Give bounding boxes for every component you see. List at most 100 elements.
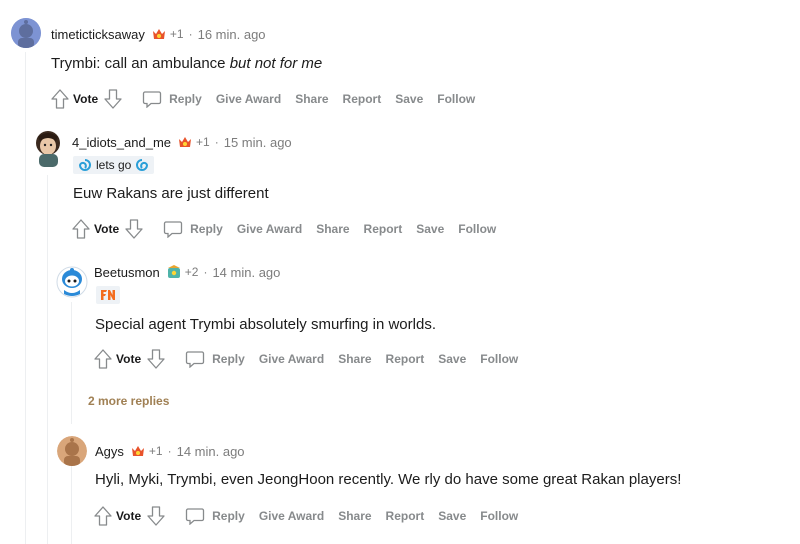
more-replies-link[interactable]: 2 more replies — [88, 394, 169, 408]
save-button[interactable]: Save — [438, 509, 466, 523]
comment-header: Beetusmon +2 · 14 min. ago — [94, 262, 280, 282]
give-award-button[interactable]: Give Award — [259, 509, 324, 523]
downvote-button[interactable] — [145, 504, 167, 528]
separator-dot: · — [214, 135, 219, 149]
reply-button[interactable]: Reply — [142, 90, 202, 108]
comment-actions: Vote Reply Give Award Share Report Save … — [92, 504, 532, 528]
report-button[interactable]: Report — [386, 352, 425, 366]
avatar[interactable] — [32, 129, 65, 167]
vote-score: Vote — [94, 222, 120, 236]
user-flair: lets go — [73, 156, 155, 174]
reply-button[interactable]: Reply — [185, 507, 245, 525]
report-button[interactable]: Report — [364, 222, 403, 236]
upvote-arrow-icon — [72, 219, 90, 239]
avatar[interactable] — [57, 436, 87, 466]
follow-button[interactable]: Follow — [480, 352, 518, 366]
comment-header: Agys +1 · 14 min. ago — [95, 441, 245, 461]
award-count: +1 — [196, 135, 210, 149]
upvote-arrow-icon — [94, 506, 112, 526]
award-icon[interactable] — [130, 443, 146, 459]
upvote-button[interactable] — [92, 504, 114, 528]
comment-bubble-icon — [142, 91, 162, 108]
save-button[interactable]: Save — [438, 352, 466, 366]
comment-body-italic: but not for me — [229, 55, 323, 72]
downvote-arrow-icon — [104, 89, 122, 109]
downvote-arrow-icon — [125, 219, 143, 239]
award-icon[interactable] — [177, 134, 193, 150]
give-award-button[interactable]: Give Award — [237, 222, 302, 236]
award-icon[interactable] — [166, 264, 182, 280]
save-button[interactable]: Save — [416, 222, 444, 236]
thread-line[interactable] — [25, 52, 26, 544]
comment-body-text: Trymbi: call an ambulance — [51, 55, 230, 72]
comment-bubble-icon — [163, 221, 183, 238]
report-button[interactable]: Report — [343, 92, 382, 106]
follow-button[interactable]: Follow — [437, 92, 475, 106]
reply-label: Reply — [190, 222, 223, 236]
share-button[interactable]: Share — [316, 222, 349, 236]
upvote-arrow-icon — [51, 89, 69, 109]
award-count: +1 — [169, 27, 184, 41]
timestamp[interactable]: 15 min. ago — [224, 135, 292, 150]
reply-label: Reply — [212, 509, 245, 523]
downvote-button[interactable] — [123, 217, 145, 241]
comment-header: 4_idiots_and_me +1 · 15 min. ago — [72, 132, 292, 152]
separator-dot: · — [167, 444, 172, 458]
follow-button[interactable]: Follow — [480, 509, 518, 523]
upvote-button[interactable] — [49, 87, 71, 111]
flair-text: lets go — [96, 158, 132, 172]
award-icon[interactable] — [151, 26, 167, 42]
comment-header: timeticticksaway +1 · 16 min. ago — [51, 24, 266, 44]
downvote-button[interactable] — [102, 87, 124, 111]
separator-dot: · — [188, 27, 193, 41]
give-award-button[interactable]: Give Award — [216, 92, 281, 106]
separator-dot: · — [203, 265, 208, 279]
reply-label: Reply — [169, 92, 202, 106]
downvote-button[interactable] — [145, 347, 167, 371]
timestamp[interactable]: 14 min. ago — [177, 444, 245, 459]
share-button[interactable]: Share — [295, 92, 328, 106]
comment-body: Euw Rakans are just different — [73, 185, 269, 202]
comment-actions: Vote Reply Give Award Share Report Save … — [49, 87, 489, 111]
thread-line[interactable] — [71, 466, 72, 544]
thread-line[interactable] — [47, 175, 48, 544]
reply-button[interactable]: Reply — [163, 220, 223, 238]
upvote-button[interactable] — [92, 347, 114, 371]
comment-actions: Vote Reply Give Award Share Report Save … — [92, 347, 532, 371]
avatar[interactable] — [11, 18, 41, 48]
swirl-emoji-icon — [136, 159, 149, 171]
vote-score: Vote — [73, 92, 99, 106]
award-count: +2 — [184, 265, 199, 279]
username[interactable]: Agys — [95, 444, 124, 459]
comment-body: Hyli, Myki, Trymbi, even JeongHoon recen… — [95, 471, 682, 488]
timestamp[interactable]: 16 min. ago — [198, 27, 266, 42]
timestamp[interactable]: 14 min. ago — [212, 265, 280, 280]
share-button[interactable]: Share — [338, 352, 371, 366]
user-flair — [96, 286, 120, 304]
username[interactable]: Beetusmon — [94, 265, 160, 280]
downvote-arrow-icon — [147, 349, 165, 369]
comment-actions: Vote Reply Give Award Share Report Save … — [70, 217, 510, 241]
give-award-button[interactable]: Give Award — [259, 352, 324, 366]
thread-line[interactable] — [71, 302, 72, 424]
comment-body: Trymbi: call an ambulance but not for me — [51, 54, 322, 74]
report-button[interactable]: Report — [386, 509, 425, 523]
swirl-emoji-icon — [78, 159, 91, 171]
downvote-arrow-icon — [147, 506, 165, 526]
avatar[interactable] — [56, 266, 88, 298]
comment-bubble-icon — [185, 508, 205, 525]
reply-label: Reply — [212, 352, 245, 366]
upvote-button[interactable] — [70, 217, 92, 241]
comment-body: Special agent Trymbi absolutely smurfing… — [95, 316, 436, 333]
username[interactable]: 4_idiots_and_me — [72, 135, 171, 150]
reply-button[interactable]: Reply — [185, 350, 245, 368]
username[interactable]: timeticticksaway — [51, 27, 145, 42]
share-button[interactable]: Share — [338, 509, 371, 523]
save-button[interactable]: Save — [395, 92, 423, 106]
follow-button[interactable]: Follow — [458, 222, 496, 236]
vote-score: Vote — [116, 352, 142, 366]
upvote-arrow-icon — [94, 349, 112, 369]
fnatic-logo-icon — [101, 290, 115, 300]
award-count: +1 — [148, 444, 163, 458]
vote-score: Vote — [116, 509, 142, 523]
